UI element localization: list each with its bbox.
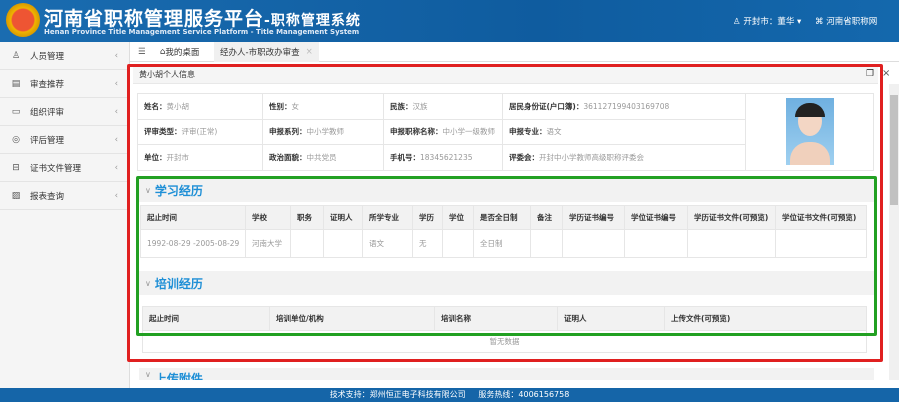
sidebar-item-label: 评后管理 xyxy=(30,135,65,146)
chevron-left-icon: ‹ xyxy=(114,78,118,89)
section-attachments[interactable]: ∨ 上传附件 xyxy=(139,368,874,380)
sidebar-item-review-recommend[interactable]: ▤ 审查推荐 ‹ xyxy=(0,70,130,98)
tab-bar: ☰ ⌂ 我的桌面 经办人-市职改办审查 × xyxy=(130,42,899,62)
chevron-down-icon: ∨ xyxy=(145,370,151,379)
app-title-main: 河南省职称管理服务平台 xyxy=(44,8,265,30)
tab-review[interactable]: 经办人-市职改办审查 × xyxy=(214,42,319,62)
sidebar-item-label: 组织评审 xyxy=(30,107,65,118)
tab-label: 我的桌面 xyxy=(165,48,200,58)
circle-icon: ◎ xyxy=(12,134,20,145)
site-link-label: 河南省职称网 xyxy=(826,17,878,27)
sidebar-item-certificates[interactable]: ⊟ 证书文件管理 ‹ xyxy=(0,154,130,182)
chevron-left-icon: ‹ xyxy=(114,50,118,61)
close-icon[interactable]: × xyxy=(882,68,890,79)
sidebar-item-label: 审查推荐 xyxy=(30,79,65,90)
close-icon[interactable]: × xyxy=(306,47,313,57)
sidebar-item-label: 人员管理 xyxy=(30,51,65,62)
sidebar-item-organize-review[interactable]: ▭ 组织评审 ‹ xyxy=(0,98,130,126)
footer: 技术支持：郑州恒正电子科技有限公司 服务热线：4006156758 xyxy=(0,388,899,402)
app-title: 河南省职称管理服务平台-职称管理系统 xyxy=(44,4,361,31)
app-header: 河南省职称管理服务平台-职称管理系统 Henan Province Title … xyxy=(0,0,899,42)
caret-down-icon: ▾ xyxy=(794,17,802,27)
tab-label: 经办人-市职改办审查 xyxy=(220,48,300,58)
site-icon: ⌘ xyxy=(815,17,827,27)
user-icon: ♙ xyxy=(733,17,744,27)
sidebar-item-personnel[interactable]: ♙ 人员管理 ‹ xyxy=(0,42,130,70)
footer-hotline: 服务热线：4006156758 xyxy=(478,390,570,399)
sidebar-item-label: 报表查询 xyxy=(30,191,65,202)
sidebar: ♙ 人员管理 ‹ ▤ 审查推荐 ‹ ▭ 组织评审 ‹ ◎ 评后管理 ‹ ⊟ 证书文件管理 ‹ ▨ 报表… xyxy=(0,42,130,388)
menu-toggle-icon[interactable]: ☰ xyxy=(132,42,152,62)
tab-home[interactable]: ⌂ 我的桌面 xyxy=(154,42,205,62)
sidebar-item-post-review[interactable]: ◎ 评后管理 ‹ xyxy=(0,126,130,154)
chevron-left-icon: ‹ xyxy=(114,190,118,201)
highlight-green-box xyxy=(136,176,877,336)
chevron-left-icon: ‹ xyxy=(114,162,118,173)
sidebar-item-reports[interactable]: ▨ 报表查询 ‹ xyxy=(0,182,130,210)
site-link[interactable]: ⌘ 河南省职称网 xyxy=(815,15,877,27)
footer-support: 技术支持：郑州恒正电子科技有限公司 xyxy=(329,390,466,399)
app-title-sub: -职称管理系统 xyxy=(264,13,361,29)
image-icon: ▨ xyxy=(11,190,21,201)
user-icon: ♙ xyxy=(11,50,21,61)
document-icon: ▤ xyxy=(11,78,21,89)
chevron-left-icon: ‹ xyxy=(114,106,118,117)
book-icon: ⊟ xyxy=(12,162,20,173)
chevron-left-icon: ‹ xyxy=(114,134,118,145)
section-title: 上传附件 xyxy=(154,372,203,380)
app-title-en: Henan Province Title Management Service … xyxy=(44,28,360,36)
sidebar-item-label: 证书文件管理 xyxy=(30,163,82,174)
user-name: 开封市：董华 xyxy=(743,17,795,27)
card-icon: ▭ xyxy=(11,106,21,117)
user-menu[interactable]: ♙ 开封市：董华 ▾ xyxy=(733,15,801,27)
national-emblem-logo xyxy=(6,3,40,37)
scrollbar-thumb[interactable] xyxy=(890,95,898,205)
